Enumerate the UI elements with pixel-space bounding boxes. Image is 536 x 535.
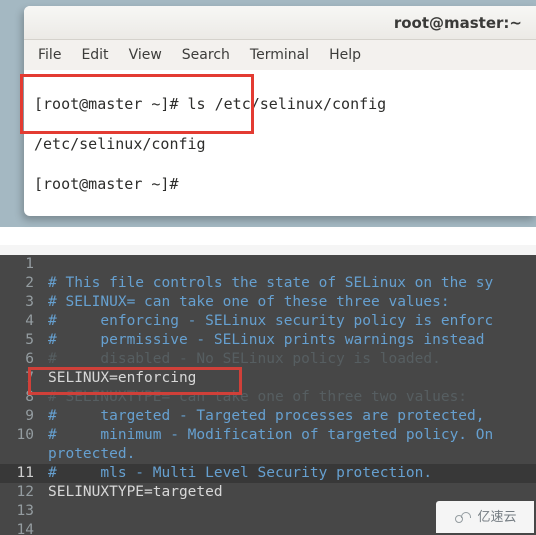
- menu-view[interactable]: View: [129, 47, 162, 63]
- line-number: 7: [0, 369, 40, 388]
- code-line: # SELINUX= can take one of these three v…: [40, 293, 536, 312]
- line-number: 13: [0, 502, 40, 521]
- line-number: 14: [0, 521, 40, 535]
- code-line: protected.: [40, 445, 536, 464]
- terminal-body[interactable]: [root@master ~]# ls /etc/selinux/config …: [24, 70, 536, 216]
- code-line: # targeted - Targeted processes are prot…: [40, 407, 536, 426]
- line-number: 9: [0, 407, 40, 426]
- watermark: 亿速云: [436, 501, 534, 533]
- lower-screenshot: 1234567891011121314 # This file controls…: [0, 245, 536, 535]
- code-editor[interactable]: 1234567891011121314 # This file controls…: [0, 245, 536, 535]
- menu-edit[interactable]: Edit: [81, 47, 108, 63]
- terminal-line: /etc/selinux/config: [34, 134, 526, 154]
- line-number-gutter: 1234567891011121314: [0, 255, 40, 535]
- code-line: # minimum - Modification of targeted pol…: [40, 426, 536, 445]
- code-line: SELINUXTYPE=targeted: [40, 483, 536, 502]
- menu-terminal[interactable]: Terminal: [250, 47, 309, 63]
- editor-top-strip: [0, 245, 536, 255]
- cloud-icon: [453, 510, 471, 524]
- menu-help[interactable]: Help: [329, 47, 361, 63]
- watermark-text: 亿速云: [477, 508, 516, 527]
- code-area[interactable]: # This file controls the state of SELinu…: [40, 255, 536, 535]
- code-line: # permissive - SELinux prints warnings i…: [40, 331, 536, 350]
- line-number: 1: [0, 255, 40, 274]
- terminal-window: root@master:~ File Edit View Search Term…: [24, 6, 536, 216]
- code-line: [40, 255, 536, 274]
- code-line: SELINUX=enforcing: [40, 369, 536, 388]
- window-title: root@master:~: [394, 14, 522, 32]
- upper-screenshot: root@master:~ File Edit View Search Term…: [0, 0, 536, 227]
- terminal-line: [root@master ~]# ls /etc/selinux/config: [34, 94, 526, 114]
- code-line: # SELINUXTYPE= can take one of three two…: [40, 388, 536, 407]
- menubar: File Edit View Search Terminal Help: [24, 40, 536, 70]
- line-number: 3: [0, 293, 40, 312]
- line-number: 6: [0, 350, 40, 369]
- line-number: 4: [0, 312, 40, 331]
- code-line: # enforcing - SELinux security policy is…: [40, 312, 536, 331]
- code-line: # disabled - No SELinux policy is loaded…: [40, 350, 536, 369]
- line-number: 8: [0, 388, 40, 407]
- line-number: 10: [0, 426, 40, 445]
- line-number: [0, 445, 40, 464]
- terminal-line: [root@master ~]#: [34, 174, 526, 194]
- menu-file[interactable]: File: [38, 47, 61, 63]
- line-number: 11: [0, 464, 40, 483]
- code-line: # This file controls the state of SELinu…: [40, 274, 536, 293]
- line-number: 12: [0, 483, 40, 502]
- line-number: 5: [0, 331, 40, 350]
- window-titlebar: root@master:~: [24, 6, 536, 40]
- line-number: 2: [0, 274, 40, 293]
- code-line: # mls - Multi Level Security protection.: [40, 464, 536, 483]
- menu-search[interactable]: Search: [182, 47, 230, 63]
